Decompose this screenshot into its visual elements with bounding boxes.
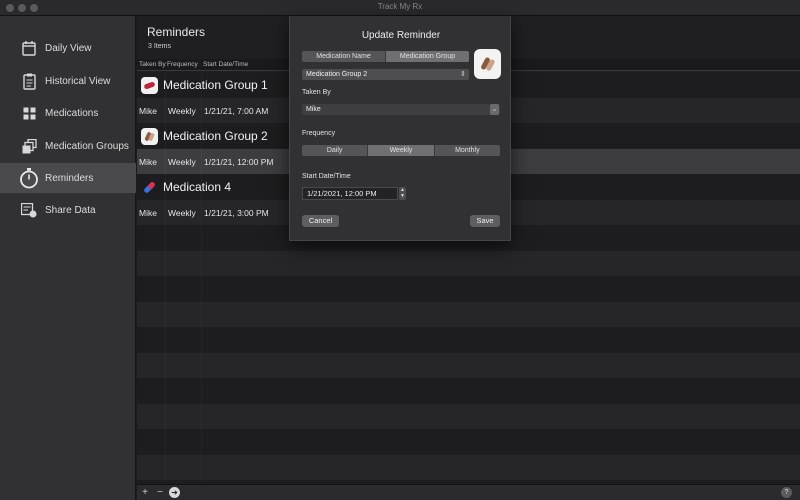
cancel-button[interactable]: Cancel xyxy=(302,215,339,227)
sidebar-item-label: Historical View xyxy=(45,75,111,87)
segment-daily[interactable]: Daily xyxy=(302,145,369,156)
stopwatch-icon xyxy=(16,168,42,189)
remove-button[interactable]: − xyxy=(153,486,167,499)
cell-frequency: Weekly xyxy=(168,157,196,167)
taken-by-label: Taken By xyxy=(302,89,331,96)
medication-group-popup[interactable]: Medication Group 2 ⇕ xyxy=(302,69,469,80)
update-reminder-sheet: Update Reminder Medication Name Medicati… xyxy=(289,16,511,241)
capsules-icon xyxy=(474,49,501,79)
sidebar-item-reminders[interactable]: Reminders xyxy=(0,163,136,193)
segment-medication-name[interactable]: Medication Name xyxy=(302,51,386,62)
select-value: Mike xyxy=(306,106,321,113)
pill-icon xyxy=(141,76,158,94)
bottom-toolbar: + − ➜ ? xyxy=(137,484,800,500)
item-count: 3 Items xyxy=(148,43,171,50)
group-name: Medication Group 1 xyxy=(163,78,268,92)
save-button[interactable]: Save xyxy=(470,215,500,227)
add-button[interactable]: + xyxy=(138,486,152,499)
cell-start: 1/21/21, 3:00 PM xyxy=(204,208,269,218)
grid-icon xyxy=(16,103,42,123)
popup-value: Medication Group 2 xyxy=(306,71,368,78)
date-stepper[interactable]: ▲ ▼ xyxy=(399,187,406,200)
cell-frequency: Weekly xyxy=(168,106,196,116)
go-arrow-icon[interactable]: ➜ xyxy=(169,487,180,498)
window-titlebar: Track My Rx xyxy=(0,0,800,16)
sidebar-item-historical-view[interactable]: Historical View xyxy=(4,66,136,96)
sidebar-item-medications[interactable]: Medications xyxy=(4,98,136,128)
segment-medication-group[interactable]: Medication Group xyxy=(386,51,469,62)
sidebar: Daily View Historical View Medications M… xyxy=(0,16,136,500)
sidebar-item-label: Medication Groups xyxy=(45,140,129,152)
start-date-field[interactable]: 1/21/2021, 12:00 PM xyxy=(302,187,398,200)
group-name: Medication Group 2 xyxy=(163,129,268,143)
share-data-icon xyxy=(16,200,42,220)
sidebar-item-label: Share Data xyxy=(45,204,96,216)
clipboard-icon xyxy=(16,71,42,91)
page-title: Reminders xyxy=(147,25,206,39)
segment-monthly[interactable]: Monthly xyxy=(435,145,500,156)
cell-taken-by: Mike xyxy=(139,157,157,167)
cell-frequency: Weekly xyxy=(168,208,196,218)
sidebar-item-label: Reminders xyxy=(45,172,94,184)
calendar-icon xyxy=(16,38,42,58)
segment-weekly[interactable]: Weekly xyxy=(368,145,435,156)
help-button[interactable]: ? xyxy=(781,487,792,498)
capsule-icon xyxy=(141,179,158,196)
stacked-squares-icon xyxy=(16,136,42,156)
taken-by-select[interactable]: Mike ⌄ xyxy=(302,104,500,115)
cell-start: 1/21/21, 12:00 PM xyxy=(204,157,274,167)
window-title: Track My Rx xyxy=(377,2,423,11)
capsules-icon xyxy=(141,127,158,145)
sidebar-item-label: Daily View xyxy=(45,42,92,54)
column-header-taken-by[interactable]: Taken By xyxy=(139,61,166,68)
cell-taken-by: Mike xyxy=(139,106,157,116)
start-date-label: Start Date/Time xyxy=(302,173,351,180)
column-header-frequency[interactable]: Frequency xyxy=(167,61,198,68)
sidebar-item-daily-view[interactable]: Daily View xyxy=(4,33,136,63)
sidebar-item-medication-groups[interactable]: Medication Groups xyxy=(4,131,136,161)
cell-start: 1/21/21, 7:00 AM xyxy=(204,106,269,116)
group-name: Medication 4 xyxy=(163,180,232,194)
cell-taken-by: Mike xyxy=(139,208,157,218)
frequency-segmented-control: Daily Weekly Monthly xyxy=(302,145,500,156)
chevron-down-icon: ⌄ xyxy=(490,104,499,115)
column-header-start[interactable]: Start Date/Time xyxy=(203,61,248,68)
frequency-label: Frequency xyxy=(302,130,336,137)
sheet-title: Update Reminder xyxy=(361,30,441,41)
updown-chevron-icon: ⇕ xyxy=(460,71,466,78)
source-segmented-control: Medication Name Medication Group xyxy=(302,51,469,62)
sidebar-item-share-data[interactable]: Share Data xyxy=(4,195,136,225)
sidebar-item-label: Medications xyxy=(45,107,99,119)
